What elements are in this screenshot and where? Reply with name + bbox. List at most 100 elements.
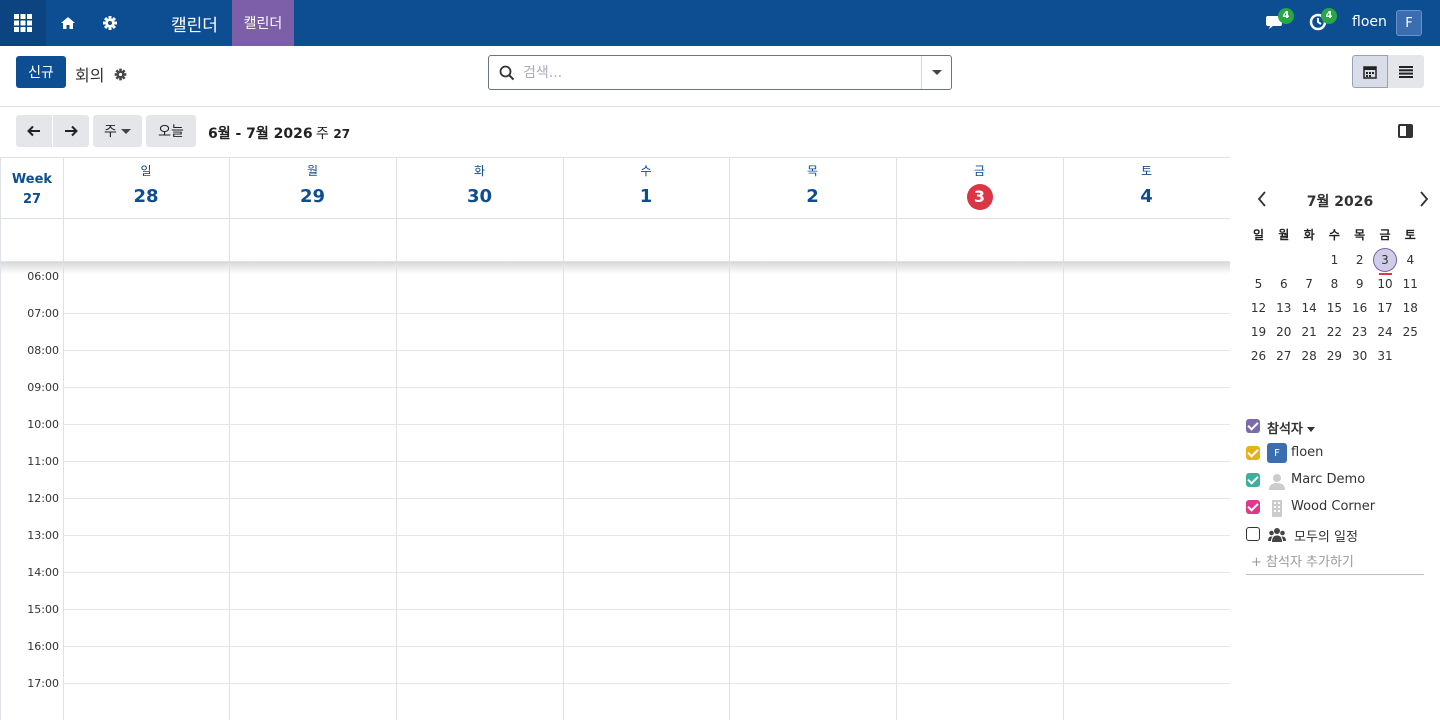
new-button[interactable]: 신규: [16, 56, 66, 88]
mini-calendar-day[interactable]: 8: [1322, 272, 1347, 296]
mini-calendar-day[interactable]: 30: [1347, 344, 1372, 368]
hour-gridline[interactable]: [63, 498, 1230, 499]
action-gear-icon[interactable]: [114, 66, 127, 81]
home-icon[interactable]: [58, 13, 78, 33]
attendee-filter-item[interactable]: Ffloen: [1246, 442, 1424, 464]
mini-calendar-day[interactable]: 20: [1271, 320, 1296, 344]
mini-calendar-day[interactable]: 23: [1347, 320, 1372, 344]
mini-calendar-day[interactable]: 24: [1373, 320, 1398, 344]
hour-gridline[interactable]: [63, 313, 1230, 314]
hour-gridline[interactable]: [63, 461, 1230, 462]
day-number: 2: [729, 186, 896, 207]
mini-day-number: 22: [1326, 325, 1343, 339]
mini-calendar-day[interactable]: 4: [1398, 248, 1423, 272]
mini-calendar-day[interactable]: 15: [1322, 296, 1347, 320]
day-header[interactable]: 목2: [729, 158, 896, 218]
day-header[interactable]: 금3: [896, 158, 1063, 218]
hour-gridline[interactable]: [63, 350, 1230, 351]
mini-calendar-day[interactable]: 18: [1398, 296, 1423, 320]
attendee-label: 모두의 일정: [1294, 530, 1358, 545]
sidebar-toggle-icon[interactable]: [1398, 124, 1413, 138]
view-switcher: [1352, 55, 1424, 88]
chevron-right-icon[interactable]: [1418, 191, 1432, 207]
mini-calendar-day[interactable]: 19: [1246, 320, 1271, 344]
checkbox-unchecked[interactable]: [1246, 527, 1260, 541]
day-header[interactable]: 월 29: [229, 158, 396, 218]
mini-calendar-day[interactable]: 11: [1398, 272, 1423, 296]
search-options-toggle[interactable]: [921, 56, 951, 89]
search-input[interactable]: [523, 61, 913, 85]
mini-calendar-today[interactable]: 3: [1373, 248, 1398, 275]
mini-calendar-day[interactable]: 9: [1347, 272, 1372, 296]
users-icon: [1268, 526, 1286, 544]
mini-calendar-day[interactable]: 28: [1297, 344, 1322, 368]
prev-button[interactable]: [16, 115, 52, 147]
week-number: 27: [22, 192, 42, 207]
day-header[interactable]: 일 28: [63, 158, 229, 218]
mini-calendar-day[interactable]: 27: [1271, 344, 1296, 368]
attendee-filter-item[interactable]: Wood Corner: [1246, 496, 1424, 518]
mini-day-number: 17: [1377, 301, 1393, 315]
mini-day-number: 4: [1406, 253, 1415, 267]
hour-gridline[interactable]: [63, 646, 1230, 647]
mini-calendar-day[interactable]: 25: [1398, 320, 1423, 344]
checkbox-checked[interactable]: [1246, 473, 1260, 487]
hour-label: 15:00: [27, 603, 59, 616]
mini-calendar-day[interactable]: 17: [1373, 296, 1398, 320]
hour-gridline[interactable]: [63, 609, 1230, 610]
day-header[interactable]: 화 30: [396, 158, 563, 218]
checkbox-checked[interactable]: [1246, 419, 1260, 433]
user-avatar[interactable]: F: [1396, 10, 1422, 36]
add-attendee-input[interactable]: + 참석자 추가하기: [1246, 553, 1424, 575]
scale-dropdown[interactable]: 주: [93, 115, 142, 147]
mini-day-number: 2: [1355, 253, 1364, 267]
hour-gridline[interactable]: [63, 387, 1230, 388]
mini-calendar-day[interactable]: 26: [1246, 344, 1271, 368]
chat-icon[interactable]: 4: [1265, 8, 1294, 34]
mini-calendar-title: 7월 2026: [1306, 194, 1374, 210]
hour-label: 06:00: [27, 270, 59, 283]
hour-gridline[interactable]: [63, 424, 1230, 425]
attendee-label: Wood Corner: [1291, 499, 1376, 514]
mini-calendar-day[interactable]: 21: [1297, 320, 1322, 344]
day-header[interactable]: 토4: [1063, 158, 1230, 218]
mini-calendar-day[interactable]: 2: [1347, 248, 1372, 272]
calendar-view-button[interactable]: [1352, 55, 1388, 88]
hour-gridline[interactable]: [63, 683, 1230, 684]
mini-calendar-day[interactable]: 22: [1322, 320, 1347, 344]
gear-icon[interactable]: [100, 13, 120, 33]
mini-calendar-day[interactable]: 7: [1297, 272, 1322, 296]
mini-calendar-day[interactable]: 29: [1322, 344, 1347, 368]
hour-gridline[interactable]: [63, 535, 1230, 536]
list-view-button[interactable]: [1388, 55, 1424, 88]
activity-clock-icon[interactable]: 4: [1308, 8, 1337, 34]
column-divider: [729, 158, 730, 720]
mini-calendar-day[interactable]: 5: [1246, 272, 1271, 296]
attendee-label: Marc Demo: [1291, 472, 1366, 487]
week-number: 27: [333, 127, 351, 141]
mini-day-number: 1: [1330, 253, 1339, 267]
mini-day-number: 6: [1279, 277, 1288, 291]
all-day-row[interactable]: [1, 219, 1230, 262]
menu-calendar[interactable]: 캘린더: [232, 0, 294, 46]
mini-calendar-day[interactable]: 14: [1297, 296, 1322, 320]
mini-calendar-day[interactable]: 10: [1373, 272, 1398, 296]
app-brand[interactable]: 캘린더: [171, 11, 218, 36]
mini-calendar-day[interactable]: 1: [1322, 248, 1347, 272]
mini-calendar-day[interactable]: 16: [1347, 296, 1372, 320]
next-button[interactable]: [53, 115, 89, 147]
attendee-filter-item[interactable]: Marc Demo: [1246, 469, 1424, 491]
checkbox-checked[interactable]: [1246, 500, 1260, 514]
apps-menu-icon[interactable]: [0, 0, 46, 46]
checkbox-checked[interactable]: [1246, 446, 1260, 460]
user-name[interactable]: floen: [1352, 14, 1387, 30]
attendee-group-toggle[interactable]: 참석자: [1246, 415, 1424, 437]
hour-gridline[interactable]: [63, 572, 1230, 573]
mini-calendar-day[interactable]: 6: [1271, 272, 1296, 296]
attendee-filter-item[interactable]: 모두의 일정: [1246, 523, 1424, 545]
mini-calendar-day[interactable]: 12: [1246, 296, 1271, 320]
day-header[interactable]: 수1: [563, 158, 729, 218]
mini-calendar-day[interactable]: 13: [1271, 296, 1296, 320]
mini-calendar-day[interactable]: 31: [1373, 344, 1398, 368]
today-button[interactable]: 오늘: [146, 115, 196, 147]
